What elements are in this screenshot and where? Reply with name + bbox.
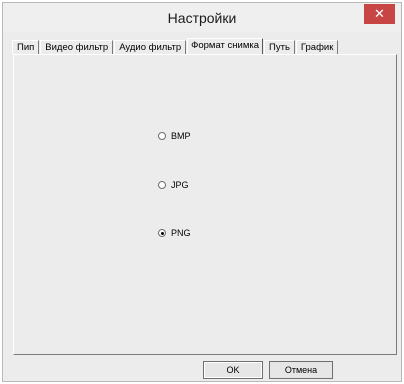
tab-strip: Пип Видео фильтр Аудио фильтр Формат сни… [12,38,339,54]
tab-panel-snapshot-format: BMP JPG PNG [13,54,397,355]
cancel-button[interactable]: Отмена [269,361,333,379]
title-bar: Настройки ✕ [3,3,401,32]
radio-label-jpg: JPG [171,180,189,190]
tab-snapshot-format[interactable]: Формат снимка [187,38,264,54]
radio-label-bmp: BMP [171,131,191,141]
radio-button-jpg[interactable] [158,181,166,189]
tab-schedule[interactable]: График [295,40,339,54]
tab-video-filter[interactable]: Видео фильтр [40,40,114,54]
radio-button-bmp[interactable] [158,132,166,140]
tab-pip[interactable]: Пип [12,40,40,54]
radio-option-jpg[interactable]: JPG [158,180,189,190]
settings-dialog: Настройки ✕ Пип Видео фильтр Аудио фильт… [2,2,402,382]
radio-option-png[interactable]: PNG [158,228,191,238]
close-button[interactable]: ✕ [364,4,395,24]
dialog-title: Настройки [167,10,237,26]
radio-option-bmp[interactable]: BMP [158,131,191,141]
radio-button-png[interactable] [158,229,166,237]
tab-audio-filter[interactable]: Аудио фильтр [114,40,187,54]
tab-path[interactable]: Путь [264,40,295,54]
ok-button[interactable]: OK [203,361,263,379]
radio-label-png: PNG [171,228,191,238]
